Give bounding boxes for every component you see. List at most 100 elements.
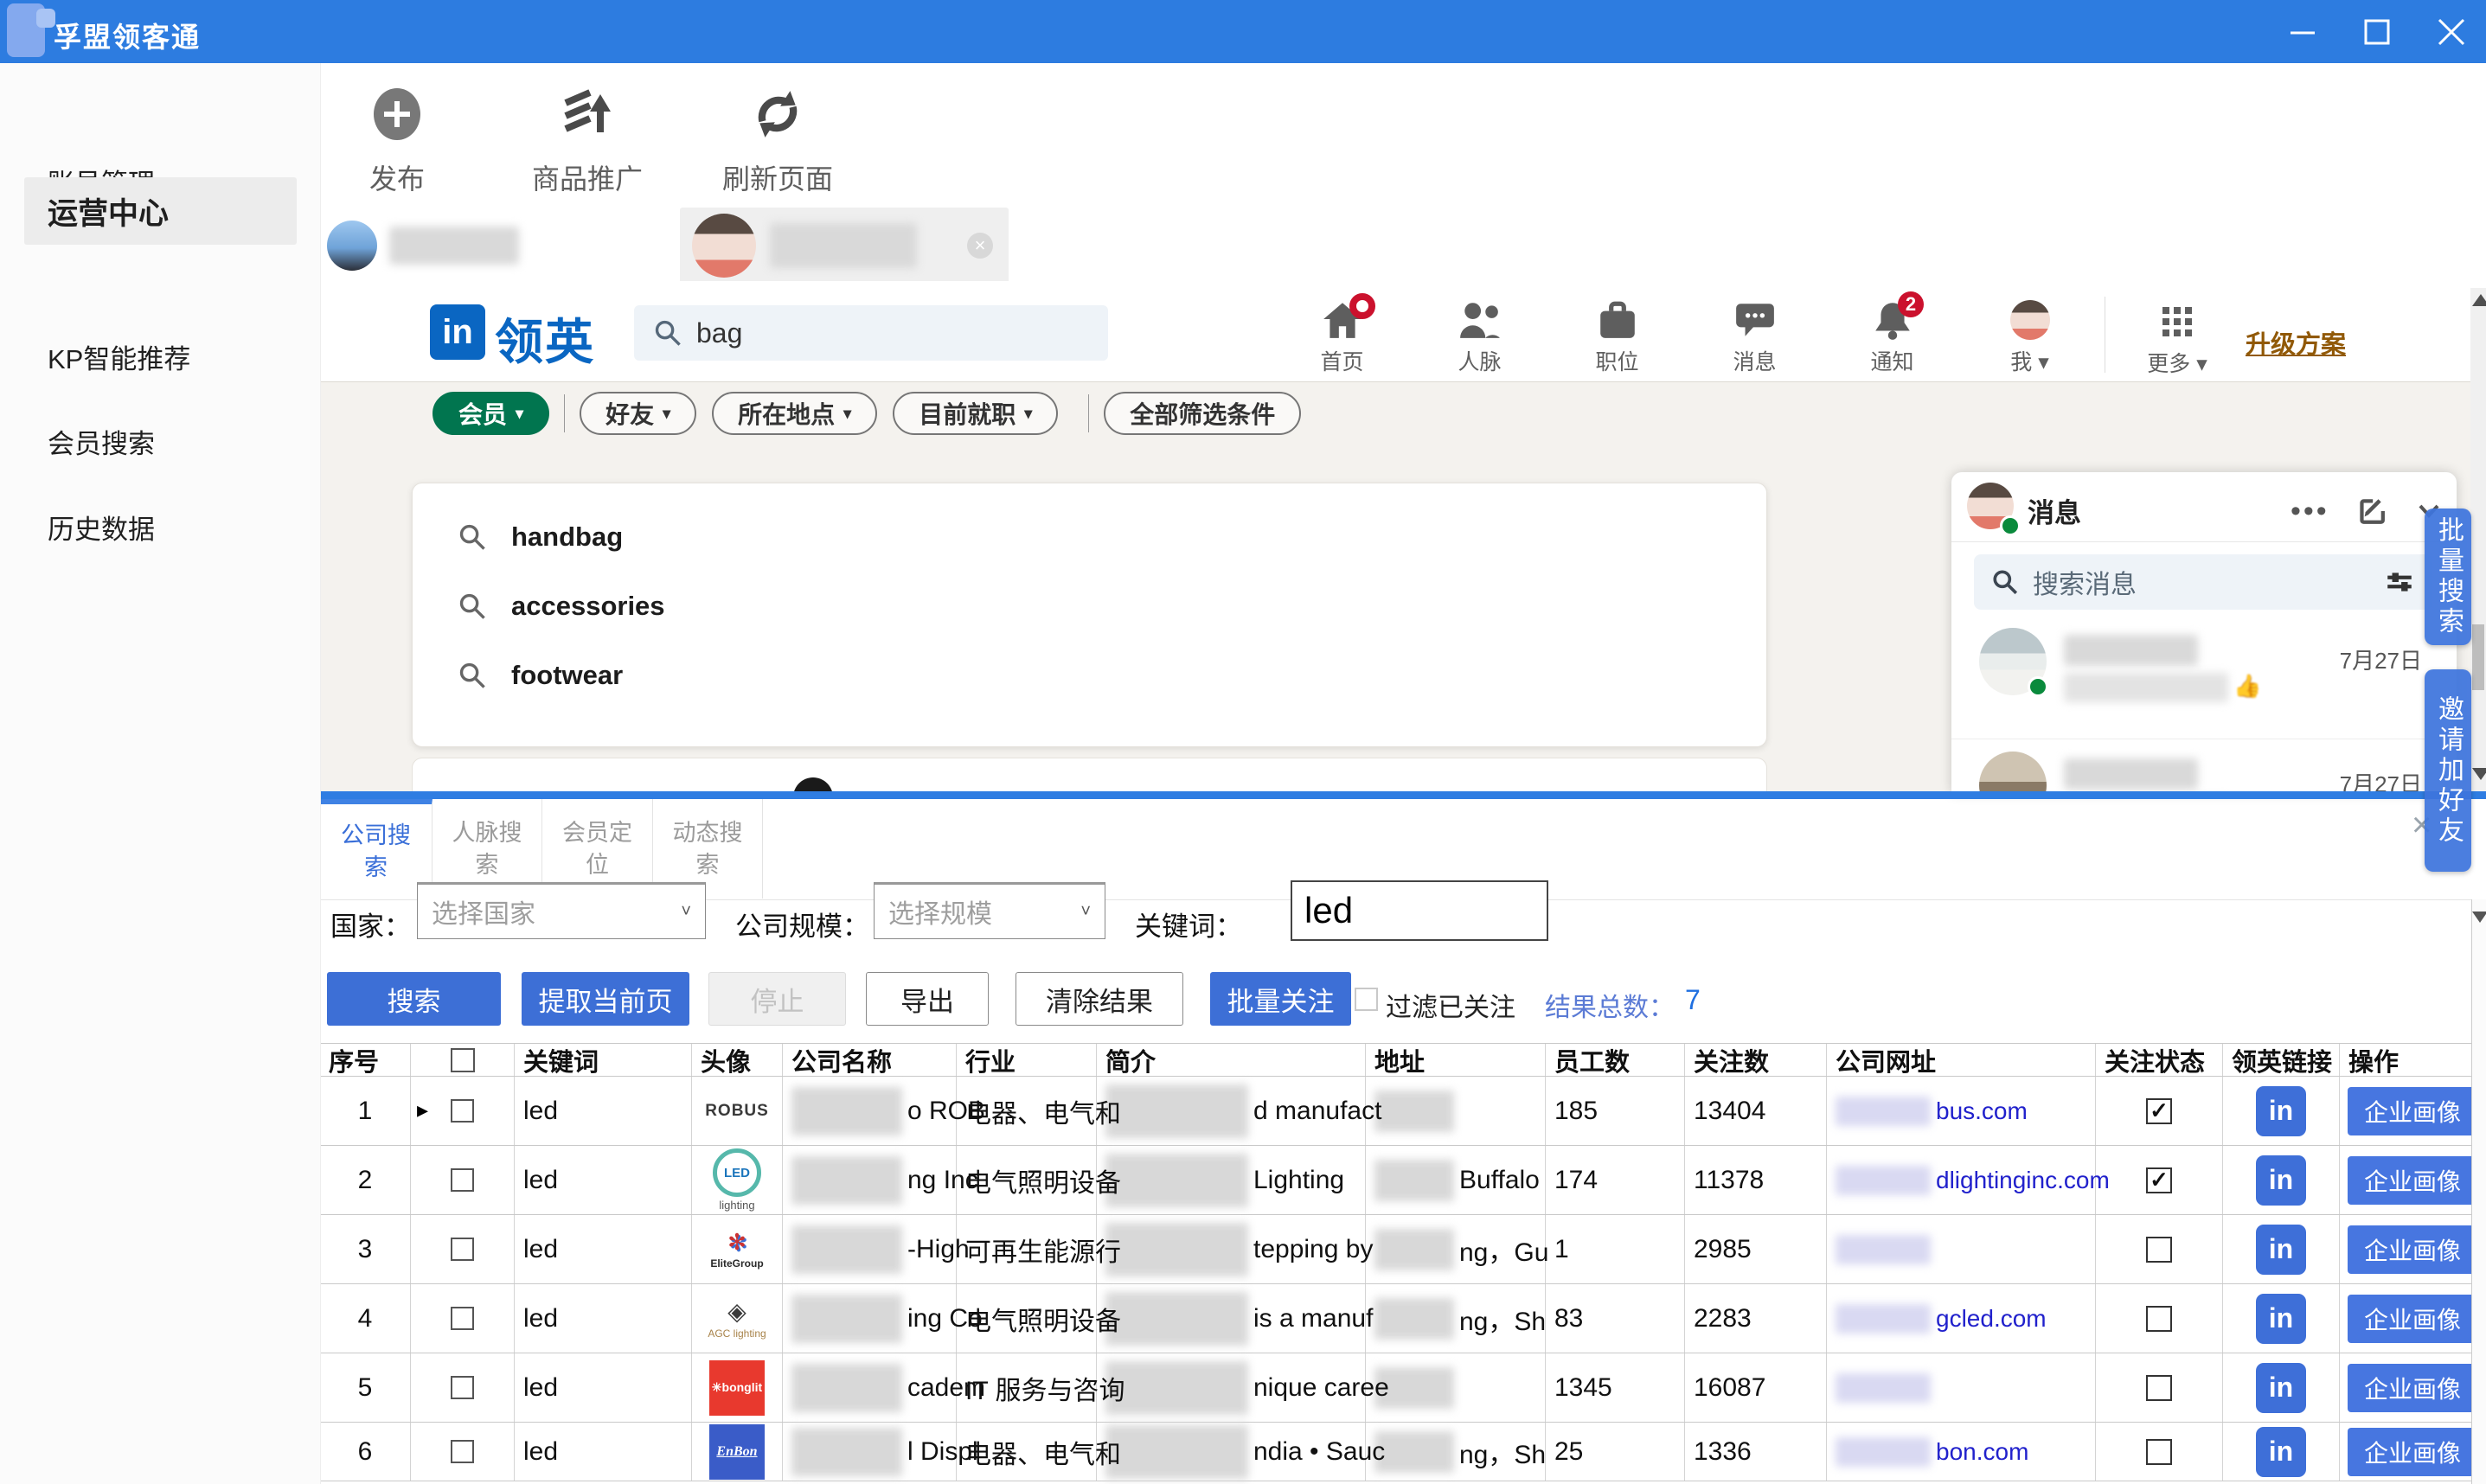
upgrade-plan-link[interactable]: 升级方案 bbox=[2246, 324, 2346, 361]
company-profile-button[interactable]: 企业画像 bbox=[2348, 1087, 2477, 1135]
nav-item-3[interactable]: 职位 bbox=[1548, 298, 1686, 376]
table-header-cell bbox=[411, 1044, 515, 1076]
linkedin-nav: 首页人脉职位消息通知2我 ▾ bbox=[1273, 298, 2098, 376]
total-results-label: 结果总数： bbox=[1545, 986, 1675, 1024]
conversation-item-1[interactable]: 👍7月27日 bbox=[1951, 616, 2457, 739]
member-filter-pill[interactable]: 会员▾ bbox=[432, 392, 549, 435]
extract-current-page-button[interactable]: 提取当前页 bbox=[522, 972, 689, 1026]
website-blur bbox=[1836, 1373, 1931, 1403]
website-link[interactable]: bon.com bbox=[1936, 1438, 2028, 1466]
filter-pill-3[interactable]: 目前就职▾ bbox=[893, 392, 1058, 435]
toolbar-action-label: 发布 bbox=[369, 157, 425, 197]
panel-scroll-down-icon[interactable] bbox=[2472, 912, 2486, 923]
search-button[interactable]: 搜索 bbox=[327, 972, 501, 1026]
linkedin-search-input[interactable]: bag bbox=[634, 305, 1108, 361]
follow-status-checkbox[interactable] bbox=[2146, 1237, 2172, 1263]
toolbar-action-1[interactable]: 发布 bbox=[369, 87, 425, 197]
filter-pill-2[interactable]: 所在地点▾ bbox=[712, 392, 877, 435]
sidebar-item-2[interactable]: 运营中心 bbox=[24, 177, 297, 245]
nav-item-6[interactable]: 我 ▾ bbox=[1961, 298, 2098, 376]
export-button[interactable]: 导出 bbox=[866, 972, 989, 1026]
nav-item-more[interactable]: 更多 ▾ bbox=[2121, 298, 2233, 378]
clear-results-button[interactable]: 清除结果 bbox=[1016, 972, 1183, 1026]
filter-followed-checkbox[interactable] bbox=[1355, 988, 1378, 1011]
company-profile-button[interactable]: 企业画像 bbox=[2348, 1364, 2477, 1412]
follower-count: 2283 bbox=[1694, 1304, 1752, 1334]
app-window: 孚盟领客通 账号管理运营中心KP智能推荐会员搜索历史数据 发布商品推广刷新页面 … bbox=[0, 0, 2486, 1484]
all-filters-pill[interactable]: 全部筛选条件 bbox=[1104, 392, 1301, 435]
linkedin-link-icon[interactable]: in bbox=[2256, 1155, 2306, 1206]
follow-status-checkbox[interactable]: ✓ bbox=[2146, 1167, 2172, 1193]
table-header-cell: 序号 bbox=[320, 1044, 411, 1076]
ellipsis-icon[interactable]: ••• bbox=[2291, 495, 2329, 528]
website-link[interactable]: dlightinginc.com bbox=[1936, 1167, 2110, 1194]
close-account-tab-icon[interactable]: × bbox=[967, 233, 993, 259]
close-button[interactable] bbox=[2434, 15, 2469, 49]
company-profile-button[interactable]: 企业画像 bbox=[2348, 1156, 2477, 1205]
company-size-select[interactable]: 选择规模 ˅ bbox=[874, 882, 1105, 939]
minimize-button[interactable] bbox=[2285, 15, 2320, 49]
follow-status-checkbox[interactable] bbox=[2146, 1375, 2172, 1401]
keyword-input[interactable]: led bbox=[1291, 880, 1548, 941]
linkedin-link-icon[interactable]: in bbox=[2256, 1427, 2306, 1477]
linkedin-link-icon[interactable]: in bbox=[2256, 1363, 2306, 1413]
maximize-button[interactable] bbox=[2360, 15, 2394, 49]
panel-splitter[interactable] bbox=[320, 791, 2486, 799]
batch-follow-button[interactable]: 批量关注 bbox=[1210, 972, 1351, 1026]
sidebar-item-5[interactable]: 历史数据 bbox=[0, 493, 320, 560]
linkedin-link-icon[interactable]: in bbox=[2256, 1086, 2306, 1136]
thumbs-up-emoji: 👍 bbox=[2233, 673, 2261, 700]
linkedin-link-icon[interactable]: in bbox=[2256, 1225, 2306, 1275]
website-link[interactable]: bus.com bbox=[1936, 1097, 2028, 1125]
search-suggestion-3[interactable]: footwear bbox=[413, 641, 1766, 710]
row-checkbox[interactable] bbox=[451, 1099, 474, 1123]
select-all-checkbox[interactable] bbox=[451, 1048, 475, 1072]
website-link[interactable]: gcled.com bbox=[1936, 1305, 2047, 1333]
conversation-item-2[interactable]: 7月27日 bbox=[1951, 739, 2457, 793]
keyword-cell: led bbox=[523, 1166, 558, 1195]
nav-item-5[interactable]: 通知2 bbox=[1823, 298, 1961, 376]
search-suggestion-1[interactable]: handbag bbox=[413, 502, 1766, 572]
scroll-down-icon[interactable] bbox=[2472, 768, 2486, 780]
follower-count: 16087 bbox=[1694, 1373, 1765, 1403]
sidebar-item-4[interactable]: 会员搜索 bbox=[0, 407, 320, 475]
messages-search-input[interactable]: 搜索消息 bbox=[1974, 554, 2432, 610]
row-checkbox[interactable] bbox=[451, 1238, 474, 1261]
follow-status-checkbox[interactable] bbox=[2146, 1439, 2172, 1465]
row-checkbox[interactable] bbox=[451, 1307, 474, 1330]
account-tab-1[interactable] bbox=[327, 208, 612, 284]
linkedin-link-icon[interactable]: in bbox=[2256, 1294, 2306, 1344]
company-profile-button[interactable]: 企业画像 bbox=[2348, 1295, 2477, 1343]
toolbar-action-label: 刷新页面 bbox=[722, 157, 833, 197]
toolbar-action-2[interactable]: 商品推广 bbox=[532, 87, 643, 197]
scrollbar-track[interactable] bbox=[2470, 288, 2486, 791]
toolbar-action-3[interactable]: 刷新页面 bbox=[722, 87, 833, 197]
filter-pill-1[interactable]: 好友▾ bbox=[580, 392, 696, 435]
company-name-blur bbox=[791, 1295, 902, 1343]
row-checkbox[interactable] bbox=[451, 1168, 474, 1192]
website-blur bbox=[1836, 1304, 1931, 1334]
follow-status-checkbox[interactable] bbox=[2146, 1306, 2172, 1332]
panel-scrollbar[interactable] bbox=[2471, 899, 2486, 1484]
intro-blur bbox=[1105, 1223, 1248, 1276]
country-select[interactable]: 选择国家 ˅ bbox=[417, 882, 706, 939]
panel-tab-1[interactable]: 公司搜索 bbox=[320, 799, 432, 899]
nav-item-2[interactable]: 人脉 bbox=[1411, 298, 1548, 376]
invite-friends-button[interactable]: 邀请加好友 bbox=[2425, 669, 2471, 872]
nav-item-4[interactable]: 消息 bbox=[1686, 298, 1823, 376]
sidebar-item-3[interactable]: KP智能推荐 bbox=[0, 323, 320, 390]
scrollbar-thumb[interactable] bbox=[2472, 624, 2484, 690]
company-profile-button[interactable]: 企业画像 bbox=[2348, 1428, 2477, 1476]
filter-sliders-icon[interactable] bbox=[2384, 568, 2415, 596]
company-profile-button[interactable]: 企业画像 bbox=[2348, 1225, 2477, 1274]
account-tab-2[interactable]: × bbox=[680, 208, 1009, 284]
scroll-up-icon[interactable] bbox=[2472, 294, 2486, 306]
search-suggestion-2[interactable]: accessories bbox=[413, 572, 1766, 641]
batch-search-button[interactable]: 批量搜索 bbox=[2425, 509, 2471, 645]
linkedin-logo-icon[interactable]: in bbox=[430, 304, 485, 360]
follow-status-checkbox[interactable]: ✓ bbox=[2146, 1098, 2172, 1124]
row-checkbox[interactable] bbox=[451, 1440, 474, 1463]
compose-icon[interactable] bbox=[2355, 495, 2386, 530]
nav-item-1[interactable]: 首页 bbox=[1273, 298, 1411, 376]
row-checkbox[interactable] bbox=[451, 1376, 474, 1399]
